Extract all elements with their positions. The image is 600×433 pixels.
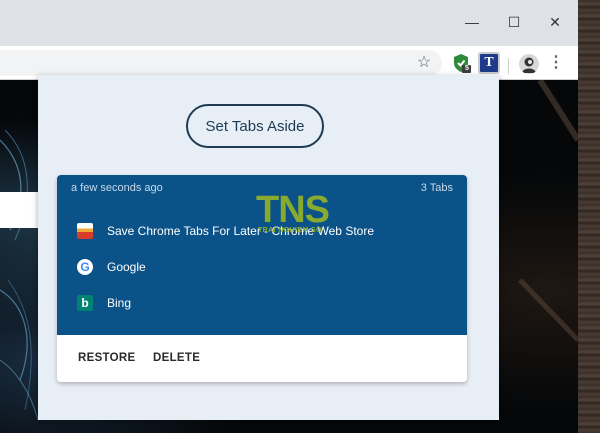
shield-extension-icon[interactable]: 5 — [450, 52, 472, 74]
tab-item-google[interactable]: G Google — [77, 257, 146, 277]
address-bar[interactable] — [0, 50, 442, 76]
tab-item-label: Save Chrome Tabs For Later - Chrome Web … — [107, 224, 374, 238]
close-window-button[interactable]: ✕ — [545, 12, 565, 32]
tab-group-header: a few seconds ago 3 Tabs Save Chrome Tab… — [57, 175, 467, 335]
tab-group-card: a few seconds ago 3 Tabs Save Chrome Tab… — [57, 175, 467, 382]
google-icon: G — [77, 259, 93, 275]
tab-group-timestamp: a few seconds ago — [71, 182, 163, 194]
profile-avatar[interactable] — [519, 54, 539, 74]
toolbar-divider — [508, 58, 509, 74]
desktop-background — [578, 0, 600, 433]
tabs-aside-popup: Set Tabs Aside a few seconds ago 3 Tabs … — [38, 75, 499, 420]
bookmark-star-icon[interactable]: ☆ — [414, 53, 434, 73]
page-white-panel — [0, 192, 40, 228]
delete-button[interactable]: DELETE — [153, 352, 200, 364]
tab-item-label: Bing — [107, 296, 132, 310]
tab-group-actions: RESTORE DELETE — [57, 335, 467, 382]
tab-item-bing[interactable]: b Bing — [77, 293, 131, 313]
browser-title-bar: — ☐ ✕ — [0, 0, 578, 46]
tab-item-label: Google — [107, 260, 146, 274]
tabs-aside-extension-icon[interactable]: T — [478, 52, 500, 74]
maximize-button[interactable]: ☐ — [504, 12, 524, 32]
minimize-button[interactable]: — — [462, 12, 482, 32]
browser-menu-icon[interactable]: ⋮ — [548, 53, 564, 73]
avatar-icon — [519, 54, 539, 74]
tab-item-chrome-web-store[interactable]: Save Chrome Tabs For Later - Chrome Web … — [77, 221, 374, 241]
shield-badge-count: 5 — [465, 65, 469, 72]
chrome-web-store-icon — [77, 223, 93, 239]
tab-group-count: 3 Tabs — [420, 182, 453, 194]
bing-icon: b — [77, 295, 93, 311]
set-tabs-aside-button[interactable]: Set Tabs Aside — [186, 104, 324, 148]
restore-button[interactable]: RESTORE — [78, 352, 135, 364]
